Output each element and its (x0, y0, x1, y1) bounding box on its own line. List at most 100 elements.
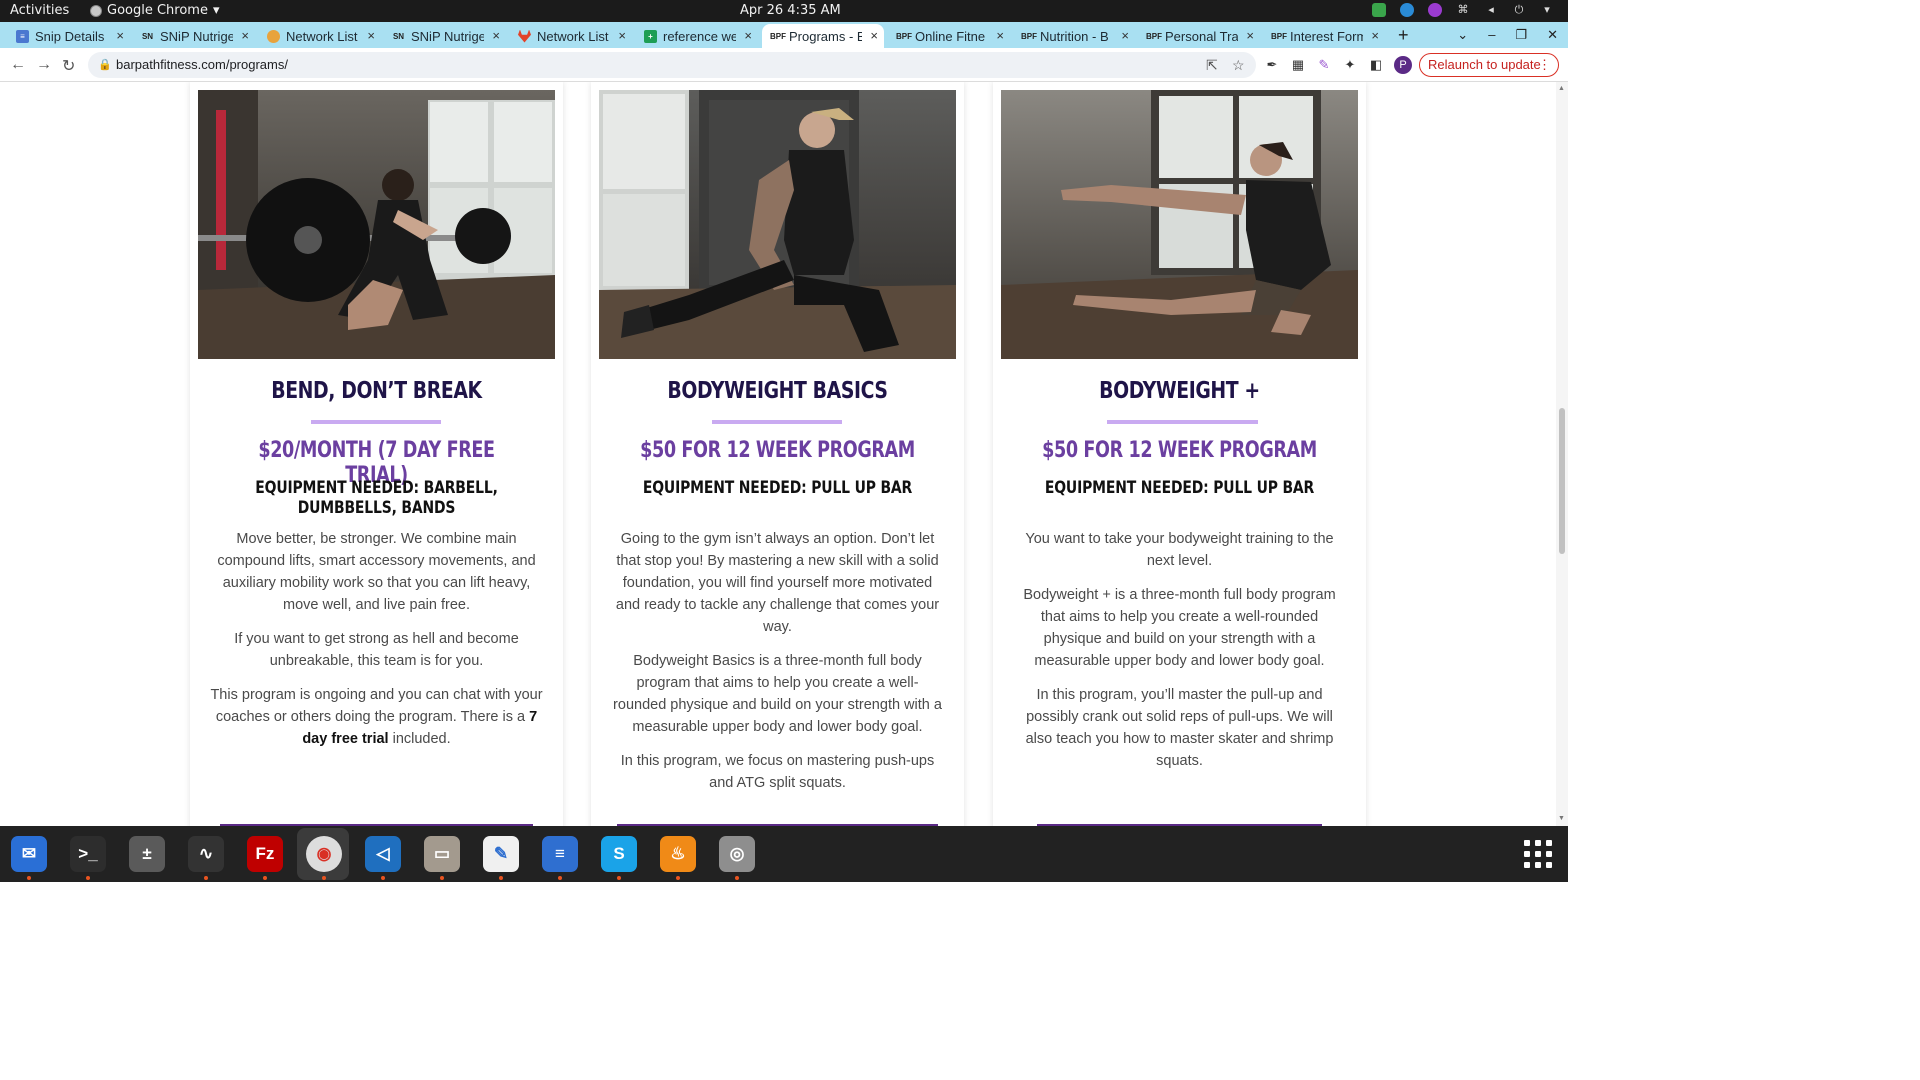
tab-title: Snip Details - (35, 28, 108, 44)
close-icon[interactable]: × (241, 28, 249, 43)
tab-title: Online Fitne (915, 28, 986, 44)
running-indicator (381, 876, 385, 880)
program-price: $50 FOR 12 WEEK PROGRAM (1042, 438, 1317, 463)
tray-color-icon[interactable] (1428, 3, 1442, 17)
program-photo-lunge-stretch (599, 90, 956, 359)
tab-network-list-2[interactable]: Network List × (510, 24, 632, 48)
url-text: barpathfitness.com/programs/ (116, 57, 288, 72)
tab-snip-nutrigenomics-2[interactable]: SN SNiP Nutrige × (384, 24, 506, 48)
volume-icon[interactable]: ◂ (1484, 3, 1498, 17)
skype-icon[interactable]: S (601, 836, 637, 872)
program-title: BEND, DON’T BREAK (271, 378, 482, 404)
description-paragraph: This program is ongoing and you can chat… (210, 684, 543, 750)
close-icon[interactable]: × (367, 28, 375, 43)
close-icon[interactable]: × (870, 28, 878, 43)
tab-personal-training[interactable]: BPF Personal Tra × (1138, 24, 1260, 48)
terminal-icon[interactable]: >_ (70, 836, 106, 872)
tab-programs[interactable]: BPF Programs - B × (762, 24, 884, 48)
restore-icon[interactable]: ❐ (1515, 27, 1527, 43)
fire-app-icon[interactable]: ♨ (660, 836, 696, 872)
scroll-up-arrow-icon[interactable]: ▲ (1558, 85, 1565, 92)
back-arrow-icon[interactable]: ← (10, 56, 26, 74)
close-icon[interactable]: × (492, 28, 500, 43)
tab-title: Personal Tra (1165, 28, 1238, 44)
chevron-down-icon[interactable]: ▾ (1540, 3, 1554, 17)
minimize-icon[interactable]: – (1488, 27, 1495, 43)
sheets-icon: + (644, 29, 657, 43)
chrome-icon[interactable]: ◉ (306, 836, 342, 872)
tab-title: Interest Form (1290, 28, 1363, 44)
forward-arrow-icon[interactable]: → (36, 56, 52, 74)
document-viewer-icon[interactable]: ≡ (542, 836, 578, 872)
bpf-logo-icon: BPF (896, 31, 912, 41)
tab-search-icon[interactable]: ⌄ (1457, 27, 1468, 43)
show-applications-icon[interactable] (1524, 840, 1552, 868)
filezilla-icon[interactable]: Fz (247, 836, 283, 872)
page-viewport: BEND, DON’T BREAK $20/MONTH (7 DAY FREE … (0, 82, 1556, 826)
program-description: Move better, be stronger. We combine mai… (210, 528, 543, 762)
program-title: BODYWEIGHT BASICS (667, 378, 888, 404)
close-icon[interactable]: × (1246, 28, 1254, 43)
power-icon[interactable]: ⏻ (1512, 3, 1526, 17)
close-window-icon[interactable]: ✕ (1547, 27, 1558, 43)
program-card-bend-dont-break: BEND, DON’T BREAK $20/MONTH (7 DAY FREE … (190, 82, 563, 826)
program-card-bodyweight-basics: BODYWEIGHT BASICS $50 FOR 12 WEEK PROGRA… (591, 82, 964, 826)
system-tray[interactable]: ⌘ ◂ ⏻ ▾ (1372, 3, 1554, 17)
tray-sync-icon[interactable] (1400, 3, 1414, 17)
more-vertical-icon[interactable]: ⋮ (1538, 54, 1551, 76)
text-editor-icon[interactable]: ✎ (483, 836, 519, 872)
running-indicator (558, 876, 562, 880)
close-icon[interactable]: × (744, 28, 752, 43)
side-panel-icon[interactable]: ◧ (1368, 57, 1384, 73)
extensions-puzzle-icon[interactable]: ✦ (1342, 57, 1358, 73)
disk-icon[interactable]: ◎ (719, 836, 755, 872)
address-bar[interactable]: 🔒 barpathfitness.com/programs/ ⇱ ☆ (88, 52, 1256, 78)
tab-snip-nutrigenomics-1[interactable]: SN SNiP Nutrige × (133, 24, 255, 48)
profile-avatar[interactable]: P (1394, 56, 1412, 74)
tab-interest-form[interactable]: BPF Interest Form × (1263, 24, 1385, 48)
activities-button[interactable]: Activities (10, 3, 69, 18)
scroll-down-arrow-icon[interactable]: ▼ (1558, 815, 1565, 822)
share-icon[interactable]: ⇱ (1206, 52, 1218, 78)
app-menu[interactable]: Google Chrome ▾ (90, 3, 220, 18)
network-icon[interactable]: ⌘ (1456, 3, 1470, 17)
files-icon[interactable]: ▭ (424, 836, 460, 872)
scrollbar-thumb[interactable] (1559, 408, 1565, 554)
title-underline (311, 420, 441, 424)
reload-icon[interactable]: ↻ (62, 56, 75, 76)
tab-network-list-1[interactable]: Network List × (259, 24, 381, 48)
tab-reference[interactable]: + reference we × (636, 24, 758, 48)
running-indicator (676, 876, 680, 880)
running-indicator (735, 876, 739, 880)
eyedropper-extension-icon[interactable]: ✒ (1264, 57, 1280, 73)
close-icon[interactable]: × (996, 28, 1004, 43)
close-icon[interactable]: × (1121, 28, 1129, 43)
tab-title: SNiP Nutrige (160, 28, 233, 44)
description-paragraph: In this program, we focus on mastering p… (620, 753, 935, 791)
calculator-icon[interactable]: ± (129, 836, 165, 872)
close-icon[interactable]: × (618, 28, 626, 43)
new-tab-button[interactable]: + (1398, 25, 1409, 46)
close-icon[interactable]: × (116, 28, 124, 43)
system-monitor-icon[interactable]: ∿ (188, 836, 224, 872)
page-scrollbar[interactable]: ▲ ▼ (1556, 82, 1568, 826)
relaunch-to-update-button[interactable]: Relaunch to update ⋮ (1419, 53, 1559, 77)
tray-app-icon[interactable] (1372, 3, 1386, 17)
lock-icon[interactable]: 🔒 (98, 52, 112, 78)
running-indicator (27, 876, 31, 880)
tab-title: Nutrition - B (1040, 28, 1109, 44)
snip-logo-icon: SN (141, 31, 154, 41)
bpf-logo-icon: BPF (1021, 31, 1037, 41)
tab-nutrition[interactable]: BPF Nutrition - B × (1013, 24, 1135, 48)
tab-online-fitness[interactable]: BPF Online Fitne × (888, 24, 1010, 48)
running-indicator (86, 876, 90, 880)
bookmark-star-icon[interactable]: ☆ (1232, 52, 1245, 78)
calendar-extension-icon[interactable]: ▦ (1290, 57, 1306, 73)
tab-snip-details[interactable]: ≡ Snip Details - × (8, 24, 130, 48)
pen-extension-icon[interactable]: ✎ (1316, 57, 1332, 73)
vscode-icon[interactable]: ◁ (365, 836, 401, 872)
thunderbird-icon[interactable]: ✉ (11, 836, 47, 872)
close-icon[interactable]: × (1371, 28, 1379, 43)
clock[interactable]: Apr 26 4:35 AM (740, 3, 841, 18)
chevron-down-icon: ▾ (212, 3, 220, 18)
